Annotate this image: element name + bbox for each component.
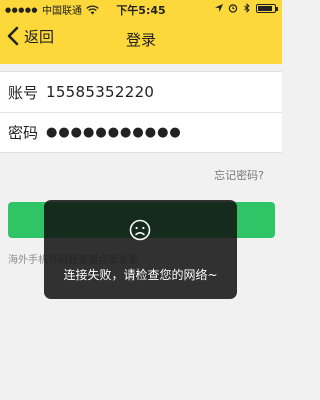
password-field[interactable]: 密码 ●●●●●●●●●●● [0,112,282,152]
toast-message: 连接失败，请检查您的网络~ [63,268,218,282]
account-label: 账号 [8,83,39,102]
bluetooth-icon [244,3,250,13]
forgot-password-link[interactable]: 忘记密码? [214,167,264,183]
battery-charging-icon [256,3,278,13]
account-input[interactable]: 15585352220 [46,83,154,101]
nav-bar: 返回 登录 [0,20,282,60]
login-form: 账号 15585352220 密码 ●●●●●●●●●●● [0,71,282,153]
page-title: 登录 [125,31,156,49]
app-header: ●●●●● 中国联通 下午5:45 返回 登录 [0,0,282,64]
location-icon [215,4,223,12]
battery-fill [258,5,272,11]
password-input[interactable]: ●●●●●●●●●●● [46,125,182,140]
status-right [214,3,278,13]
password-label: 密码 [8,124,39,142]
account-field[interactable]: 账号 15585352220 [0,72,282,112]
alarm-icon [228,4,238,13]
sad-face-icon [129,219,151,241]
status-bar: ●●●●● 中国联通 下午5:45 [0,0,282,18]
error-toast: 连接失败，请检查您的网络~ [44,200,237,299]
